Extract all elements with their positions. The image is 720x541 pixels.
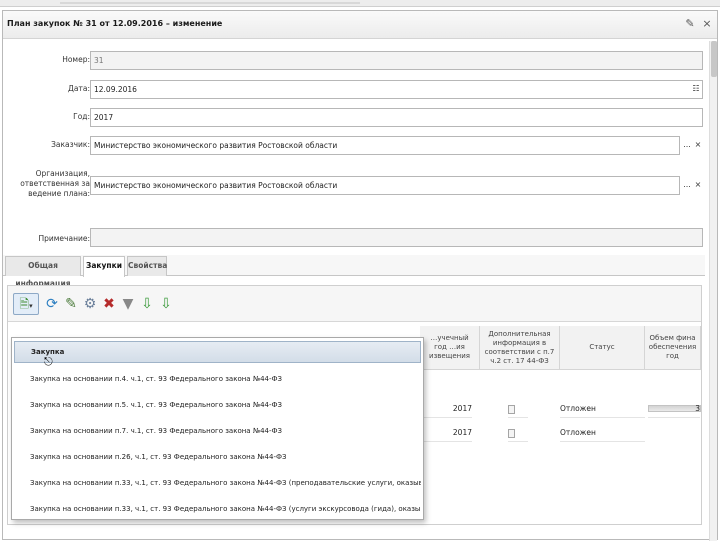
vertical-scrollbar[interactable] <box>709 41 717 541</box>
row1-amount: 3 <box>648 399 700 418</box>
window-title: План закупок № 31 от 12.09.2016 – измене… <box>7 19 223 28</box>
tab-general-info[interactable]: Общая информация <box>5 256 81 288</box>
menu-item-p26[interactable]: Закупка на основании п.26, ч.1, ст. 93 Ф… <box>14 444 421 470</box>
year-field[interactable]: 2017 <box>90 108 703 127</box>
menu-item-purchase[interactable]: Закупка <box>14 341 421 363</box>
date-label: Дата: <box>68 84 90 93</box>
add-doc-icon[interactable]: 🗎▾ <box>13 293 39 315</box>
scrollbar-thumb[interactable] <box>711 41 717 77</box>
filter-icon[interactable]: ▼ <box>120 294 136 314</box>
tab-properties[interactable]: Свойства <box>127 256 167 276</box>
add-purchase-dropdown: Закупка Закупка на основании п.4. ч.1, с… <box>11 337 424 520</box>
org-clear-icon[interactable]: × <box>693 177 703 193</box>
column-header-amount[interactable]: Объем фина обеспечения год <box>645 326 701 370</box>
move-down-alt-icon[interactable]: ⇩ <box>158 294 174 314</box>
move-down-icon[interactable]: ⇩ <box>139 294 155 314</box>
row1-status: Отложен <box>560 399 645 418</box>
org-label: Организация, ответственная за ведение пл… <box>20 169 90 198</box>
row2-status: Отложен <box>560 423 645 442</box>
menu-item-p4[interactable]: Закупка на основании п.4. ч.1, ст. 93 Фе… <box>14 366 421 392</box>
number-label: Номер: <box>62 55 90 64</box>
browser-top-strip <box>0 0 720 7</box>
note-label: Примечание: <box>38 234 91 243</box>
number-field: 31 <box>90 51 703 70</box>
row2-checkbox[interactable] <box>508 423 528 442</box>
purchases-toolbar: 🗎▾ ⟳ ✎ ⚙ ✖ ▼ ⇩ ⇩ <box>8 286 701 322</box>
edit-icon[interactable]: ✎ <box>63 294 79 314</box>
org-lookup-icon[interactable]: ... <box>682 177 692 193</box>
delete-icon[interactable]: ✖ <box>101 294 117 314</box>
note-field[interactable] <box>90 228 703 247</box>
tab-bar: Общая информация Закупки Свойства <box>3 255 705 288</box>
close-icon[interactable]: × <box>700 17 714 31</box>
mouse-cursor-icon: ⎋ <box>44 355 53 368</box>
menu-item-p33-teaching[interactable]: Закупка на основании п.33, ч.1, ст. 93 Ф… <box>14 470 421 496</box>
tab-purchases[interactable]: Закупки <box>83 256 125 277</box>
row1-year: 2017 <box>420 399 472 418</box>
customer-clear-icon[interactable]: × <box>693 137 703 153</box>
column-header-year[interactable]: …учечный год …ия извещения <box>420 326 480 370</box>
menu-item-p5[interactable]: Закупка на основании п.5. ч.1, ст. 93 Фе… <box>14 392 421 418</box>
year-label: Год: <box>73 112 90 121</box>
window-titlebar: План закупок № 31 от 12.09.2016 – измене… <box>3 11 717 39</box>
customer-label: Заказчик: <box>51 140 90 149</box>
menu-item-p7[interactable]: Закупка на основании п.7. ч.1, ст. 93 Фе… <box>14 418 421 444</box>
org-field[interactable]: Министерство экономического развития Рос… <box>90 176 680 195</box>
calendar-icon[interactable]: ☷ <box>691 81 701 97</box>
edit-icon[interactable]: ✎ <box>683 17 697 31</box>
refresh-icon[interactable]: ⟳ <box>44 294 60 314</box>
row1-checkbox[interactable] <box>508 399 528 418</box>
column-header-additional-info[interactable]: Дополнительная информация в соответствии… <box>480 326 560 370</box>
customer-lookup-icon[interactable]: ... <box>682 137 692 153</box>
row2-year: 2017 <box>420 423 472 442</box>
customer-field[interactable]: Министерство экономического развития Рос… <box>90 136 680 155</box>
column-header-status[interactable]: Статус <box>560 326 645 370</box>
menu-item-p33-guide[interactable]: Закупка на основании п.33, ч.1, ст. 93 Ф… <box>14 496 421 522</box>
settings-icon[interactable]: ⚙ <box>82 294 98 314</box>
date-field[interactable]: 12.09.2016 <box>90 80 703 99</box>
